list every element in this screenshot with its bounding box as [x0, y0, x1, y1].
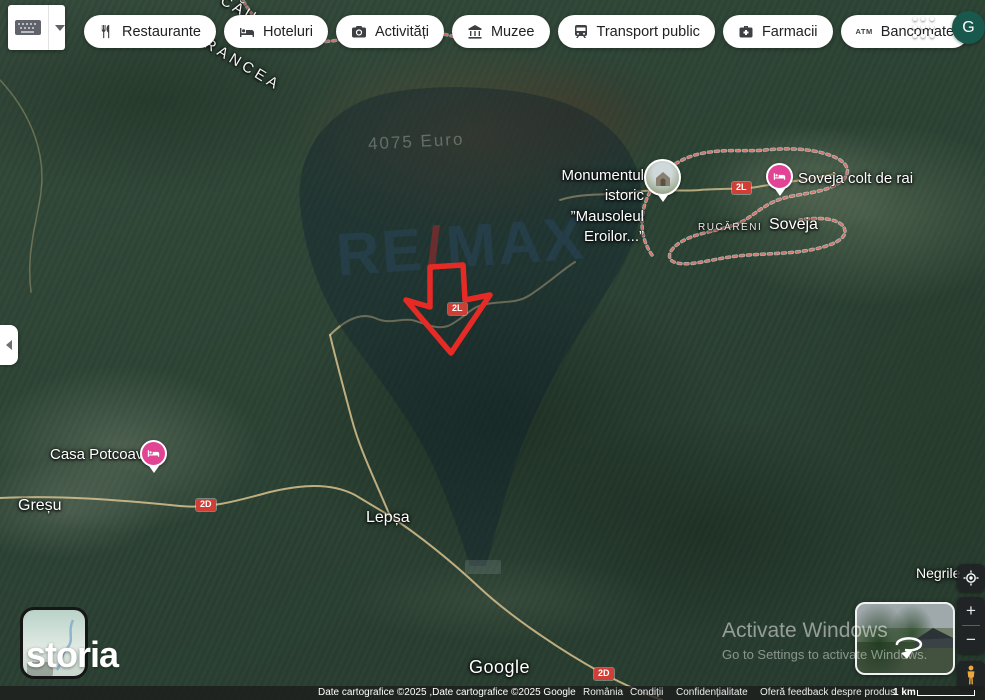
storia-logo: storia	[26, 634, 119, 675]
pegman-icon	[967, 665, 975, 685]
lodging-marker-soveja-colt[interactable]	[766, 163, 793, 196]
village-label-rucareni: RUCĂRENI	[698, 222, 763, 233]
transit-icon	[574, 24, 587, 38]
chevron-left-icon	[6, 340, 12, 350]
zoom-out-button[interactable]: −	[957, 626, 985, 654]
google-logo: Google	[469, 657, 531, 677]
town-label-lepsa[interactable]: Lepșa	[366, 509, 410, 527]
bed-icon	[773, 173, 786, 180]
monument-photo-icon	[644, 159, 681, 196]
lodging-marker-casa-potcoava[interactable]	[140, 440, 167, 473]
category-label: Muzee	[490, 23, 535, 40]
satellite-map-canvas[interactable]	[0, 0, 985, 700]
road-badge-2l: 2L	[732, 182, 751, 194]
road-badge-2d-south: 2D	[594, 668, 614, 680]
category-label: Hoteluri	[263, 23, 313, 40]
town-label-negrile[interactable]: Negrile	[916, 565, 960, 581]
category-button-bancomate[interactable]: ATM Bancomate	[840, 15, 970, 48]
restaurant-icon	[101, 24, 110, 39]
category-button-restaurante[interactable]: Restaurante	[84, 15, 216, 48]
account-avatar[interactable]: G	[952, 11, 985, 44]
hotel-icon	[240, 27, 254, 37]
category-button-hoteluri[interactable]: Hoteluri	[224, 15, 328, 48]
poi-label-soveja-colt-de-rai[interactable]: Soveja colt de rai	[798, 170, 913, 187]
poi-label-casa-potcoava[interactable]: Casa Potcoava	[50, 446, 152, 463]
divider	[48, 5, 49, 50]
link-privacy[interactable]: Confidențialitate	[676, 687, 748, 698]
pegman-button[interactable]	[957, 661, 985, 689]
monument-poi-marker[interactable]	[644, 159, 681, 202]
zoom-control: + −	[957, 597, 985, 654]
category-button-farmacii[interactable]: Farmacii	[722, 15, 833, 48]
scale-label: 1 km	[893, 687, 916, 698]
chevron-down-icon	[55, 24, 65, 31]
poi-label-mausoleul[interactable]: Monumentul istoric ”Mausoleul Eroilor...”	[519, 166, 644, 247]
windows-activation-watermark: Activate Windows Go to Settings to activ…	[722, 619, 928, 662]
museum-icon	[468, 24, 482, 39]
category-label: Transport public	[596, 23, 700, 40]
my-location-icon	[963, 570, 979, 586]
link-feedback[interactable]: Oferă feedback despre produs	[760, 687, 895, 698]
category-label: Farmacii	[761, 23, 818, 40]
mausoleum-icon	[655, 171, 670, 186]
map-attribution-bar: Date cartografice ©2025 ,Date cartografi…	[0, 686, 985, 700]
category-button-activitati[interactable]: Activități	[335, 15, 444, 48]
pharmacy-icon	[739, 25, 753, 37]
keyboard-input-selector[interactable]	[8, 5, 65, 50]
category-button-muzee[interactable]: Muzee	[451, 15, 550, 48]
category-label: Restaurante	[122, 23, 201, 40]
road-badge-2d-west: 2D	[196, 499, 216, 511]
category-button-transport-public[interactable]: Transport public	[557, 15, 715, 48]
town-label-gresu[interactable]: Greșu	[18, 497, 62, 515]
camera-icon	[351, 25, 366, 37]
google-apps-grid-button[interactable]	[913, 17, 935, 39]
road-badge-2l-under-arrow: 2L	[448, 303, 467, 315]
bed-icon	[147, 450, 160, 457]
my-location-button[interactable]	[957, 564, 985, 592]
category-label: Activități	[374, 23, 429, 40]
map-application: 4075 Euro RE/MAX CĂU VRANCEA Monumentul …	[0, 0, 985, 700]
zoom-in-button[interactable]: +	[957, 597, 985, 625]
side-panel-collapse-tab[interactable]	[0, 325, 18, 365]
copyright-text: Date cartografice ©2025 ,Date cartografi…	[318, 687, 576, 698]
category-toolbar: Restaurante Hoteluri Activități Muzee Tr…	[84, 15, 970, 48]
town-label-soveja[interactable]: Soveja	[769, 216, 818, 234]
scale-bar	[917, 690, 975, 696]
link-romania[interactable]: România	[583, 687, 623, 698]
link-terms[interactable]: Condiții	[630, 687, 663, 698]
keyboard-icon	[15, 20, 41, 35]
atm-icon: ATM	[855, 27, 873, 36]
